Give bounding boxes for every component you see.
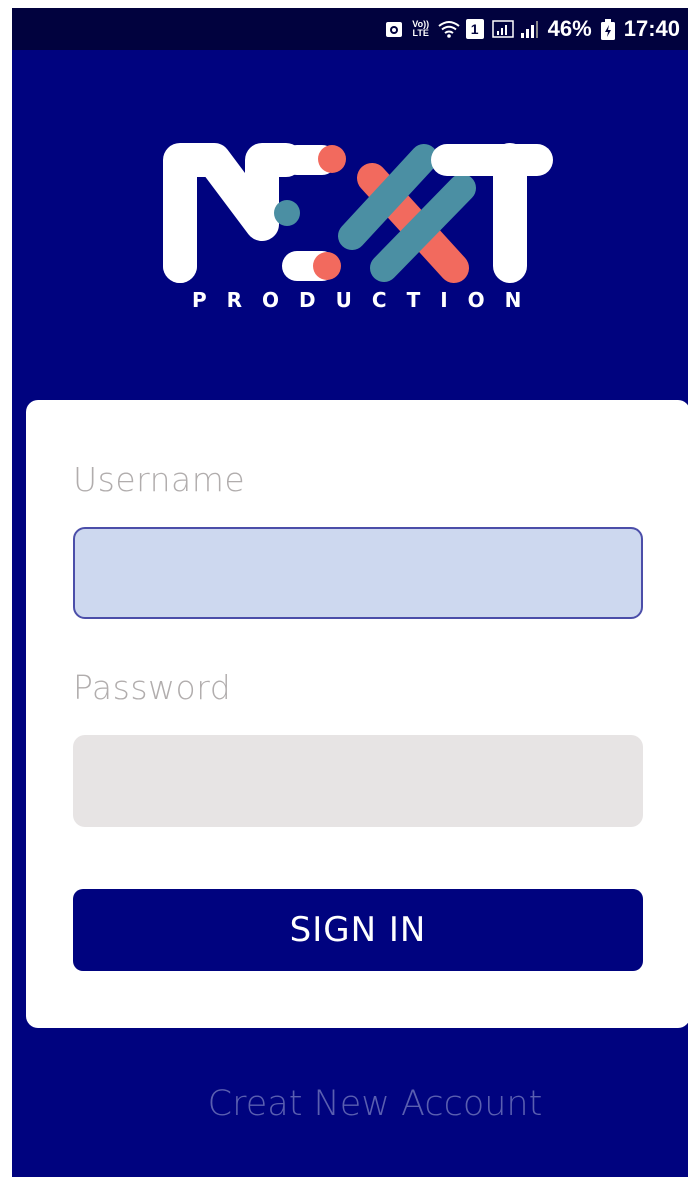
logo-subtitle: PRODUCTION [192, 288, 542, 312]
login-card: Username Password SIGN IN [26, 400, 688, 1028]
sim-icon: 1 [465, 19, 484, 39]
wifi-icon [438, 19, 460, 39]
password-input[interactable] [73, 735, 643, 827]
status-bar: Vo)) LTE 1 46% 17:40 [12, 8, 688, 50]
battery-icon [600, 19, 616, 40]
app-screen: Vo)) LTE 1 46% 17:40 PRODUCTION Username… [12, 8, 688, 1177]
battery-percent: 46% [547, 16, 592, 41]
create-new-account-link[interactable]: Creat New Account [12, 1084, 688, 1124]
signal-box-icon [491, 19, 514, 39]
password-label: Password [73, 668, 232, 707]
volte-icon: Vo)) LTE [412, 19, 430, 38]
sign-in-button[interactable]: SIGN IN [73, 889, 643, 971]
next-wordmark-graphic [163, 143, 553, 283]
next-production-logo: PRODUCTION [162, 138, 562, 338]
clock: 17:40 [623, 16, 680, 41]
username-input[interactable] [73, 527, 643, 619]
android-notification-icon [384, 19, 404, 39]
signal-bars-icon [520, 19, 540, 39]
username-label: Username [73, 460, 246, 499]
